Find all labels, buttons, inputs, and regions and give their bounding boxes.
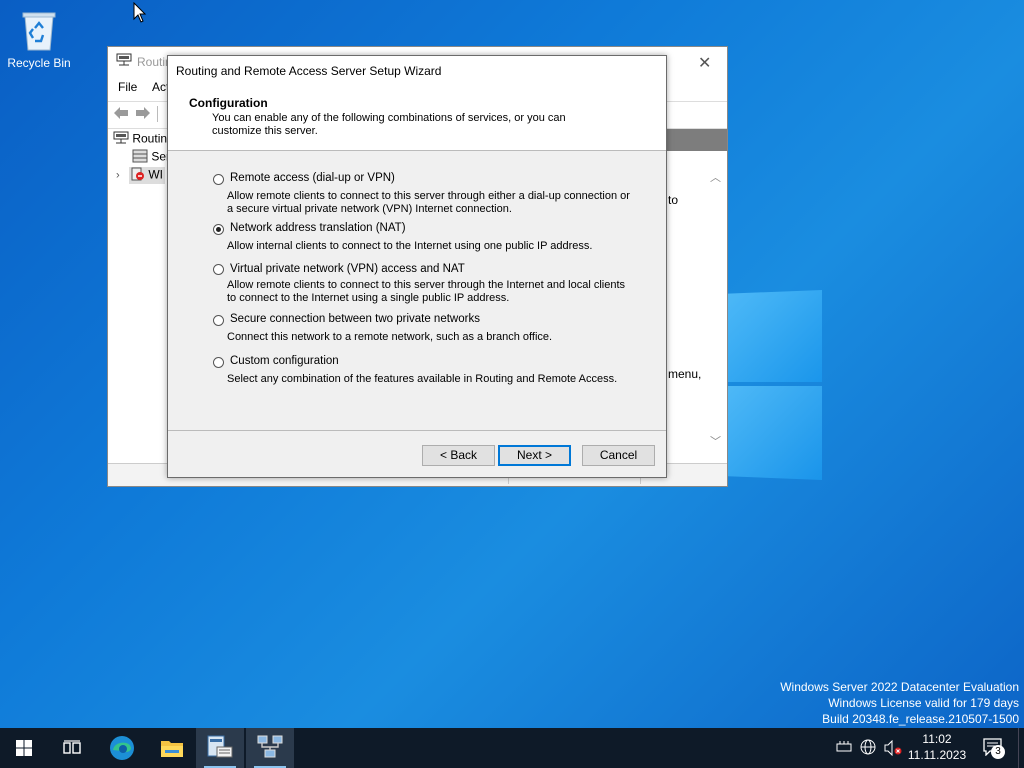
folder-icon	[161, 741, 183, 757]
wizard-header: Configuration You can enable any of the …	[168, 88, 666, 151]
desktop-logo-pane	[728, 290, 822, 382]
scroll-up-icon[interactable]: ︿	[710, 169, 721, 185]
taskbar-routing-console[interactable]	[246, 728, 294, 768]
option-description: Allow remote clients to connect to this …	[227, 279, 626, 304]
taskbar-edge[interactable]	[98, 728, 146, 768]
wizard-heading: Configuration	[189, 96, 268, 110]
menu-file[interactable]: File	[118, 80, 137, 94]
console-tree: Routin Ser › WI	[108, 129, 170, 464]
start-button[interactable]	[0, 728, 48, 768]
clock-date: 11.11.2023	[907, 748, 967, 762]
details-text-fragment: to	[668, 193, 679, 207]
windows-watermark: Windows Server 2022 Datacenter Evaluatio…	[780, 679, 1019, 727]
option-label[interactable]: Custom configuration	[230, 355, 339, 367]
desktop-logo-pane	[728, 386, 822, 480]
option-label[interactable]: Remote access (dial-up or VPN)	[230, 172, 395, 184]
tree-item-server-status[interactable]: Ser	[132, 149, 170, 166]
tree-root-label: Routin	[132, 131, 168, 146]
back-arrow-icon[interactable]	[113, 106, 129, 125]
option-description: Allow internal clients to connect to the…	[227, 240, 593, 252]
show-desktop-button[interactable]	[1018, 728, 1024, 768]
toolbar-separator	[157, 106, 158, 122]
back-button[interactable]: < Back	[422, 445, 495, 466]
server-down-icon	[131, 167, 145, 184]
windows-start-icon	[16, 740, 32, 756]
watermark-build: Build 20348.fe_release.210507-1500	[822, 712, 1019, 726]
setup-wizard-dialog[interactable]: Routing and Remote Access Server Setup W…	[167, 55, 667, 478]
chevron-right-icon[interactable]: ›	[116, 170, 120, 182]
mouse-cursor-icon	[133, 1, 147, 29]
notification-count-badge: 3	[991, 745, 1005, 759]
network-adapter-icon[interactable]	[836, 740, 852, 759]
wizard-separator	[168, 430, 666, 431]
forward-arrow-icon[interactable]	[135, 106, 151, 125]
recycle-bin-icon	[19, 8, 59, 52]
task-view-icon	[63, 740, 81, 754]
routing-tree-icon	[113, 131, 129, 148]
tree-root[interactable]: Routin	[113, 131, 167, 148]
taskbar-clock[interactable]: 11:02 11.11.2023	[904, 731, 970, 763]
radio-secure-connection[interactable]	[213, 315, 224, 326]
radio-vpn-and-nat[interactable]	[213, 264, 224, 275]
server-manager-icon	[207, 735, 233, 758]
tree-item-server[interactable]: › WI	[116, 167, 166, 184]
watermark-license: Windows License valid for 179 days	[828, 696, 1019, 710]
routing-app-icon	[116, 53, 132, 70]
taskbar: 11:02 11.11.2023 3	[0, 728, 1024, 768]
option-label[interactable]: Virtual private network (VPN) access and…	[230, 263, 465, 275]
routing-network-icon	[257, 735, 283, 758]
option-description: Select any combination of the features a…	[227, 373, 618, 385]
watermark-edition: Windows Server 2022 Datacenter Evaluatio…	[780, 680, 1019, 694]
cancel-button[interactable]: Cancel	[582, 445, 655, 466]
option-description: Allow remote clients to connect to this …	[227, 190, 630, 215]
wizard-title: Routing and Remote Access Server Setup W…	[168, 56, 666, 88]
notification-center[interactable]: 3	[983, 738, 1005, 761]
clock-time: 11:02	[922, 732, 952, 746]
option-label[interactable]: Network address translation (NAT)	[230, 222, 406, 234]
next-button[interactable]: Next >	[498, 445, 571, 466]
volume-muted-icon[interactable]	[884, 739, 902, 761]
taskbar-server-manager[interactable]	[196, 728, 244, 768]
recycle-bin-label: Recycle Bin	[7, 56, 71, 70]
scroll-down-icon[interactable]: ﹀	[710, 433, 721, 449]
option-description: Connect this network to a remote network…	[227, 331, 553, 343]
server-status-icon	[132, 149, 148, 166]
wizard-description: You can enable any of the following comb…	[212, 112, 566, 137]
tree-item2-label: WI	[148, 167, 164, 182]
close-icon[interactable]: ✕	[698, 53, 711, 73]
radio-remote-access[interactable]	[213, 174, 224, 185]
radio-custom-configuration[interactable]	[213, 357, 224, 368]
radio-nat[interactable]	[213, 224, 224, 235]
option-label[interactable]: Secure connection between two private ne…	[230, 313, 480, 325]
edge-browser-icon	[110, 736, 134, 760]
task-view-button[interactable]	[48, 728, 96, 768]
globe-network-icon[interactable]	[860, 739, 876, 760]
taskbar-file-explorer[interactable]	[148, 728, 196, 768]
details-text-fragment: menu,	[668, 367, 702, 381]
recycle-bin[interactable]: Recycle Bin	[6, 8, 72, 70]
